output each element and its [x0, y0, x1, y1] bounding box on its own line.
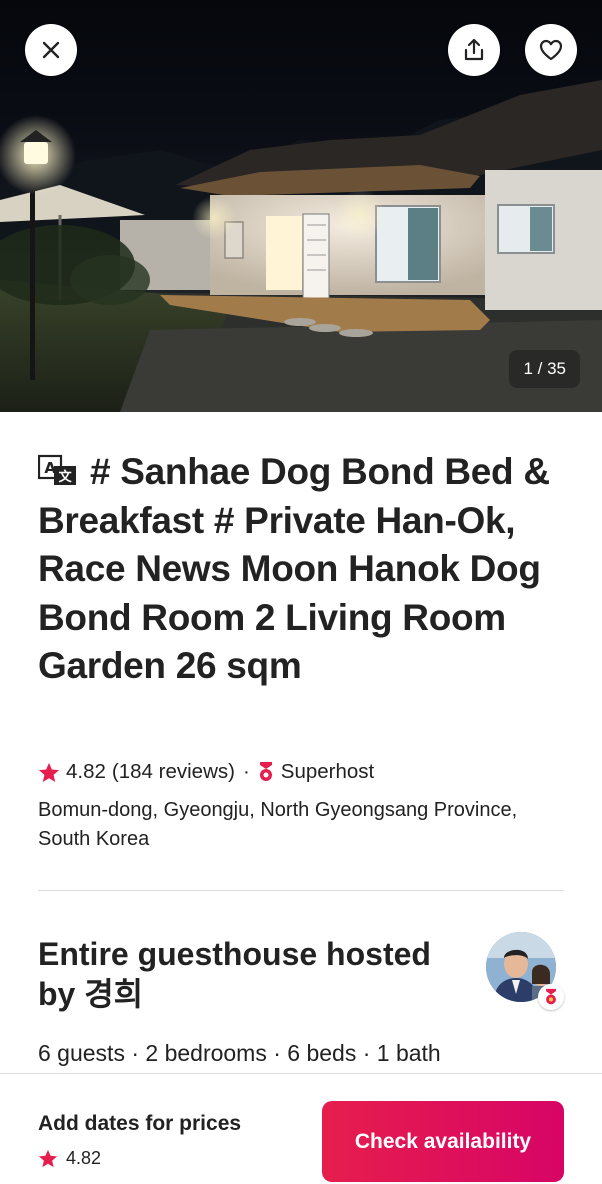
listing-title-block: A 文 # Sanhae Dog Bond Bed & Breakfast # … — [37, 448, 568, 691]
listing-facts: 6 guests · 2 bedrooms · 6 beds · 1 bath — [38, 1040, 441, 1066]
share-icon — [464, 38, 484, 61]
star-icon — [38, 1149, 58, 1168]
section-divider — [38, 890, 564, 891]
check-availability-button[interactable]: Check availability — [322, 1101, 564, 1182]
superhost-label: Superhost — [280, 760, 375, 783]
close-icon — [42, 41, 60, 59]
price-label[interactable]: Add dates for prices — [38, 1112, 241, 1136]
footer-rating-value: 4.82 — [66, 1148, 102, 1168]
rating-value: 4.82 — [66, 760, 106, 783]
heart-icon — [539, 39, 563, 61]
share-button[interactable] — [448, 24, 500, 76]
favorite-button[interactable] — [525, 24, 577, 76]
listing-title-text: # Sanhae Dog Bond Bed & Breakfast # Priv… — [38, 451, 550, 686]
star-icon — [38, 762, 60, 783]
listing-meta: 4.82 (184 reviews) · Superhost — [38, 760, 374, 784]
translate-icon[interactable]: A 文 — [37, 450, 78, 485]
hanok-night-photo — [0, 80, 602, 412]
host-title: Entire guesthouse hosted by 경희 — [38, 936, 431, 1012]
svg-text:文: 文 — [59, 469, 73, 485]
listing-title: A 文 # Sanhae Dog Bond Bed & Breakfast # … — [37, 448, 568, 691]
listing-location[interactable]: Bomun-dong, Gyeongju, North Gyeongsang P… — [38, 796, 558, 854]
separator-dot: · — [242, 760, 250, 783]
reviews-link[interactable]: (184 reviews) — [112, 760, 235, 784]
booking-footer: Add dates for prices 4.82 Check availabi… — [0, 1073, 602, 1184]
listing-photo[interactable]: 1 / 35 — [0, 0, 602, 412]
photo-counter: 1 / 35 — [509, 350, 580, 388]
footer-rating: 4.82 — [38, 1148, 101, 1169]
close-button[interactable] — [25, 24, 77, 76]
host-avatar[interactable] — [486, 932, 564, 1010]
superhost-medal-icon — [258, 761, 274, 783]
host-superhost-badge — [538, 984, 564, 1010]
